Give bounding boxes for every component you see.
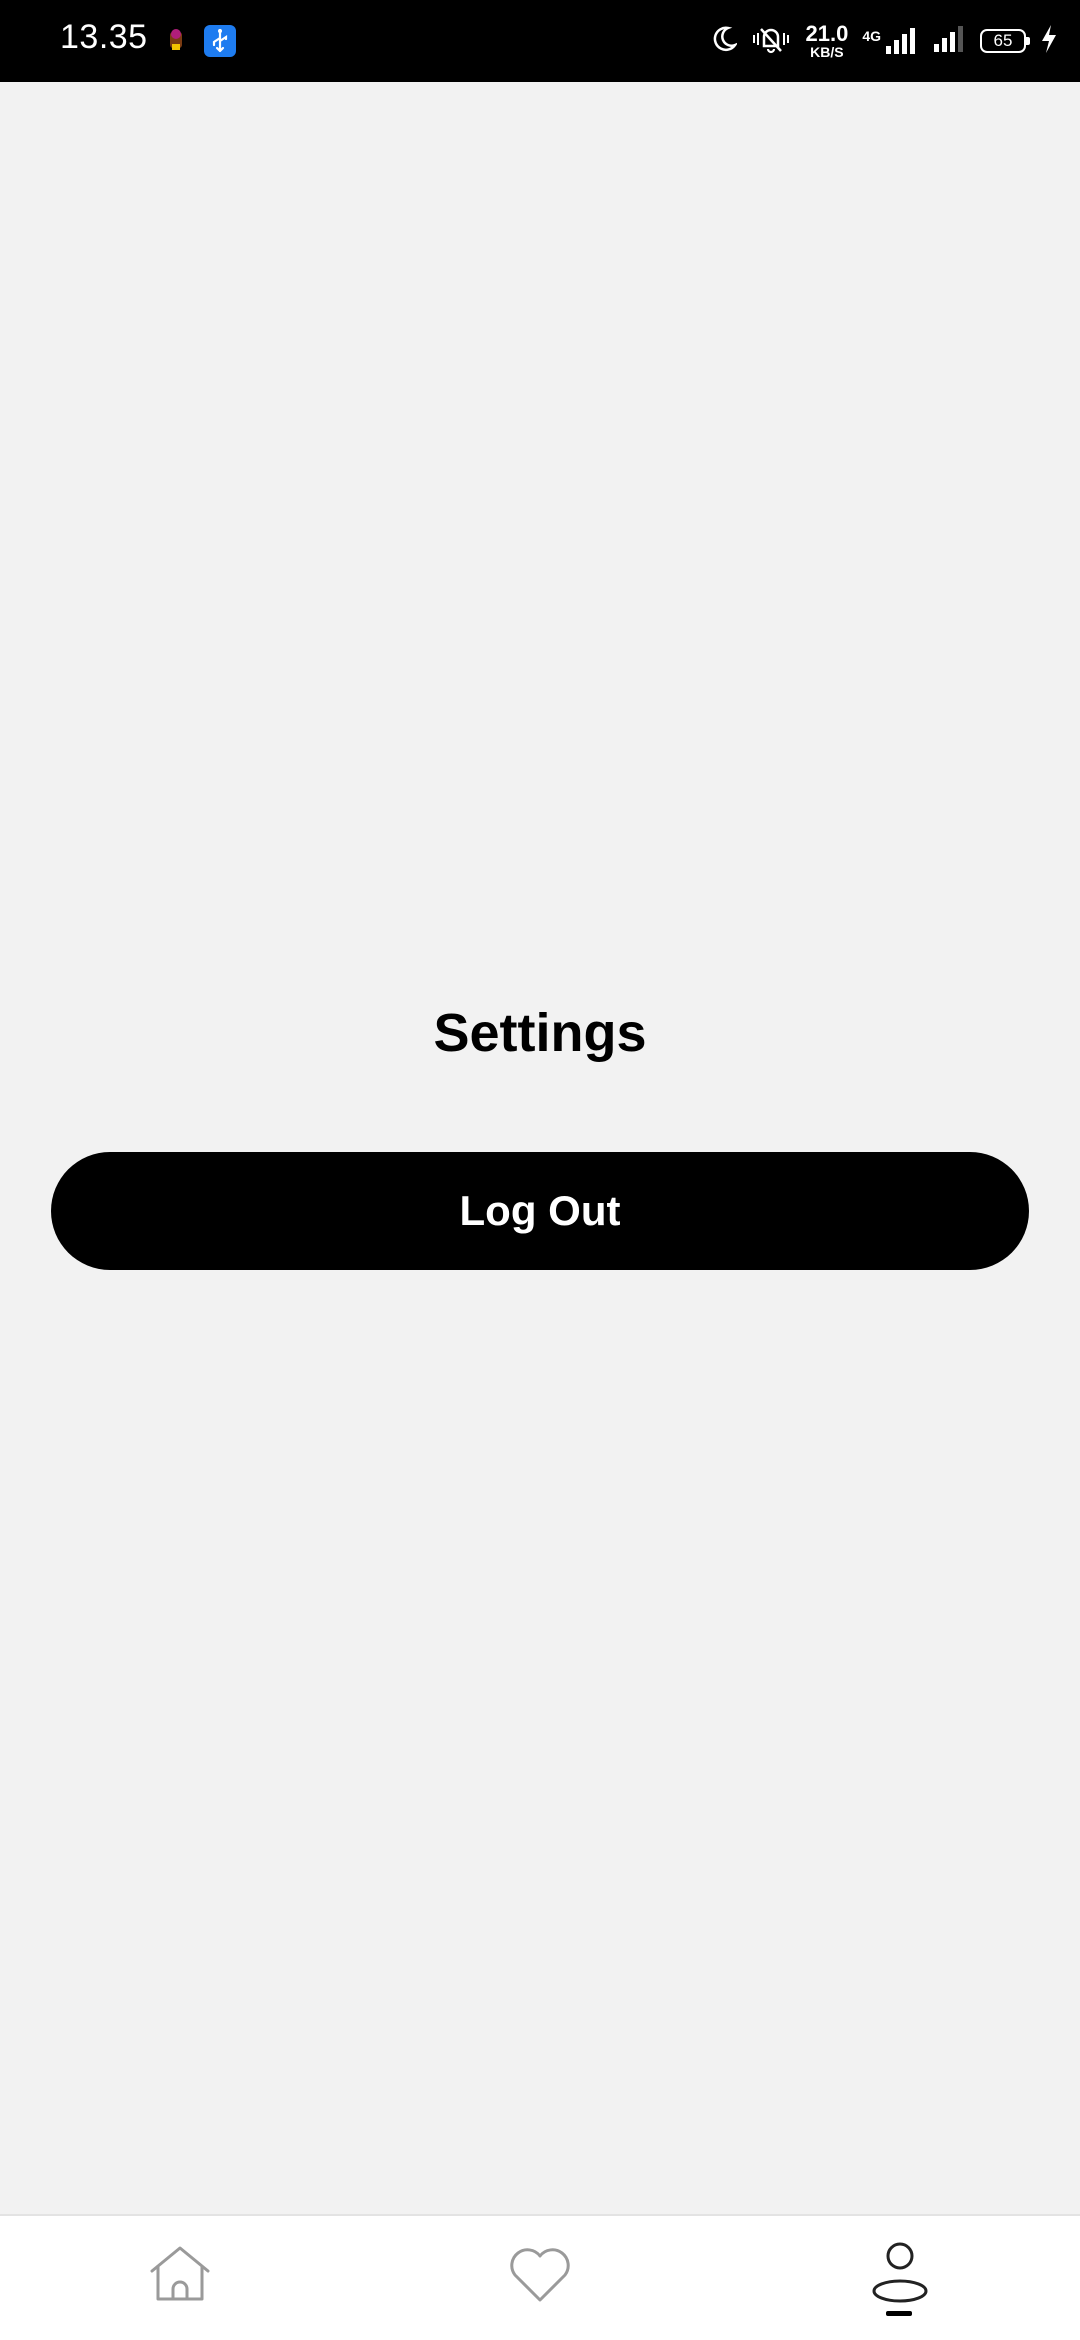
bottom-navigation — [0, 2214, 1080, 2340]
nav-favorites-tab[interactable] — [470, 2226, 610, 2326]
status-bar: 13.35 21.0 KB/S 4G 65 — [0, 0, 1080, 82]
signal-4g-icon: 4G — [862, 26, 918, 56]
network-speed-value: 21.0 — [805, 21, 849, 46]
vibrate-mute-icon — [751, 24, 791, 59]
profile-icon — [870, 2241, 930, 2312]
active-tab-indicator — [886, 2311, 912, 2316]
network-type-label: 4G — [862, 28, 881, 44]
logout-button[interactable]: Log Out — [51, 1152, 1029, 1270]
usb-icon — [203, 24, 237, 58]
battery-icon: 65 — [980, 29, 1030, 53]
nav-home-tab[interactable] — [110, 2226, 250, 2326]
network-speed-unit: KB/S — [810, 44, 844, 60]
home-icon — [147, 2244, 213, 2309]
signal-icon — [932, 24, 966, 59]
charging-icon — [1040, 24, 1058, 59]
settings-screen: Settings Log Out — [0, 82, 1080, 2214]
app-notification-icon — [160, 24, 194, 58]
page-title: Settings — [433, 1003, 647, 1063]
heart-icon — [507, 2244, 573, 2309]
network-speed: 21.0 KB/S — [805, 21, 849, 60]
status-right-group: 21.0 KB/S 4G 65 — [711, 18, 1058, 64]
moon-icon — [711, 25, 739, 58]
battery-level: 65 — [993, 31, 1013, 50]
status-time: 13.35 — [60, 18, 148, 56]
